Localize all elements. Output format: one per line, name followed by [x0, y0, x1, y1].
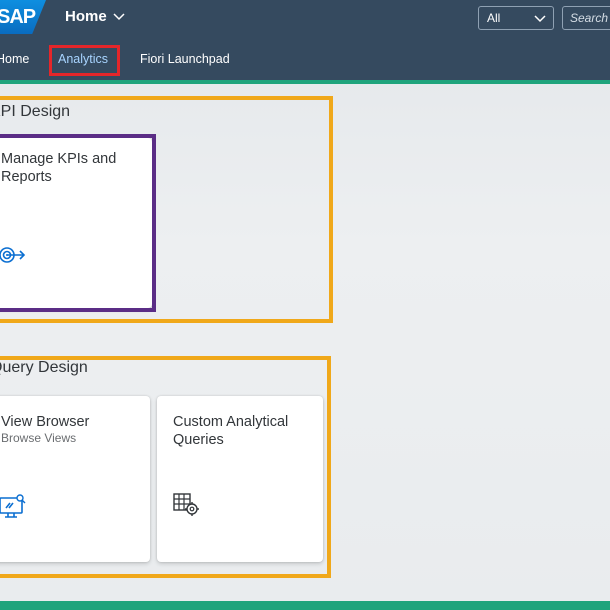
- search-scope-select[interactable]: All: [478, 6, 554, 30]
- scope-value: All: [487, 11, 501, 25]
- tab-fiori-launchpad[interactable]: Fiori Launchpad: [140, 52, 230, 66]
- logo-text: SAP: [0, 6, 36, 28]
- tile-title: Custom Analytical Queries: [173, 414, 289, 448]
- kpi-tile-highlight: [0, 134, 156, 312]
- tile-subtitle: Browse Views: [1, 431, 77, 445]
- analytics-tab-highlight: [49, 45, 120, 76]
- tile-view-browser[interactable]: View Browser Browse Views: [0, 396, 150, 562]
- tile-title: View Browser: [1, 414, 90, 430]
- home-title-label: Home: [65, 8, 107, 25]
- monitor-search-icon: [0, 494, 26, 518]
- home-title-menu[interactable]: Home: [65, 8, 125, 25]
- chevron-down-icon: [534, 15, 546, 23]
- bottom-accent-line: [0, 601, 610, 610]
- tab-bar-accent-line: [0, 80, 610, 84]
- tile-custom-analytical-queries[interactable]: Custom Analytical Queries: [157, 396, 323, 562]
- shell-bar: SAP Home All Search: [0, 0, 610, 36]
- tab-home[interactable]: Home: [0, 52, 29, 66]
- search-placeholder: Search: [570, 11, 609, 25]
- table-settings-icon: [173, 493, 199, 516]
- chevron-down-icon: [113, 12, 125, 20]
- sap-logo[interactable]: SAP: [0, 0, 46, 34]
- search-input[interactable]: Search: [562, 6, 610, 30]
- kpi-design-group-title: KPI Design: [0, 103, 71, 120]
- query-design-group-title: Query Design: [0, 359, 88, 376]
